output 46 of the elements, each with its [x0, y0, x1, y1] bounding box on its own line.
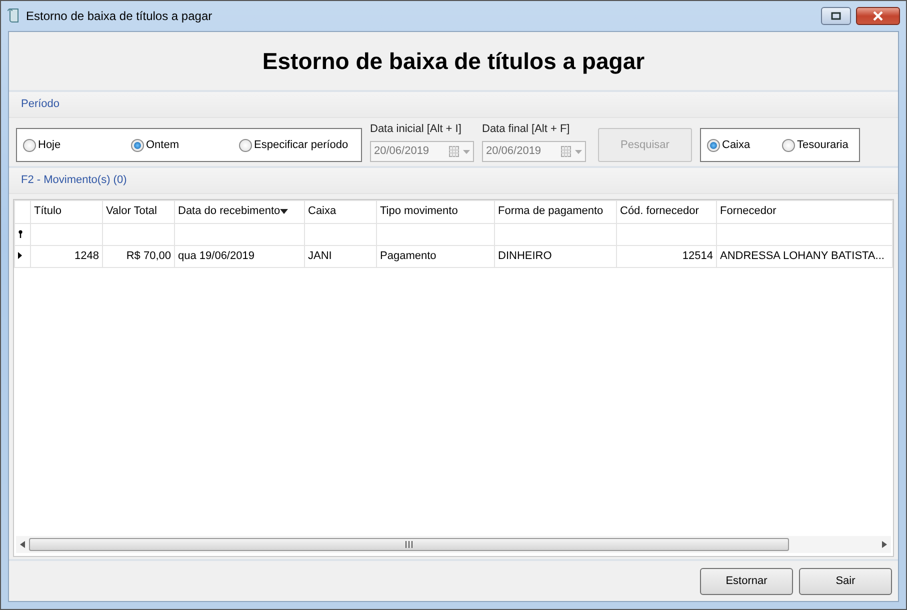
horizontal-scrollbar[interactable] — [16, 536, 891, 553]
group-caption: F2 - Movimento(s) (0) — [9, 168, 898, 194]
scroll-icon — [7, 8, 21, 24]
filter-icon[interactable] — [18, 230, 23, 238]
radio-option[interactable]: Ontem — [131, 136, 239, 154]
reverse-button[interactable]: Estornar — [700, 568, 793, 594]
radio-option[interactable]: Caixa — [707, 136, 782, 154]
field-label: Data final [Alt + F] — [482, 122, 571, 136]
filter-cell[interactable] — [716, 223, 892, 245]
column-header[interactable]: Caixa — [304, 200, 376, 223]
scroll-left-icon[interactable] — [20, 541, 25, 548]
radio-option[interactable]: Tesouraria — [782, 136, 853, 154]
exit-button[interactable]: Sair — [799, 568, 892, 594]
filter-cell[interactable] — [30, 223, 102, 245]
filter-cell[interactable] — [304, 223, 376, 245]
sort-icon[interactable] — [280, 209, 288, 214]
table-cell: qua 19/06/2019 — [174, 245, 304, 267]
filter-cell[interactable] — [102, 223, 174, 245]
restore-icon[interactable] — [831, 12, 841, 20]
close-icon[interactable] — [872, 11, 884, 21]
column-header[interactable]: Valor Total — [102, 200, 174, 223]
column-header[interactable]: Fornecedor — [716, 200, 892, 223]
close-button[interactable] — [856, 7, 900, 25]
column-header[interactable]: Cód. fornecedor — [616, 200, 716, 223]
table-cell: DINHEIRO — [494, 245, 616, 267]
group-caption: Período — [9, 92, 898, 118]
table-cell: Pagamento — [376, 245, 494, 267]
column-header[interactable]: Título — [30, 200, 102, 223]
radio-option[interactable]: Hoje — [23, 136, 131, 154]
field-label: Data inicial [Alt + I] — [370, 122, 462, 136]
filter-cell[interactable] — [616, 223, 716, 245]
table-cell: 1248 — [30, 245, 102, 267]
restore-button[interactable] — [821, 7, 851, 25]
filter-cell[interactable] — [376, 223, 494, 245]
table-cell: R$ 70,00 — [102, 245, 174, 267]
table-cell: ANDRESSA LOHANY BATISTA... — [716, 245, 892, 267]
column-header[interactable]: Tipo movimento — [376, 200, 494, 223]
window-title: Estorno de baixa de títulos a pagar — [26, 8, 214, 25]
column-header[interactable]: Forma de pagamento — [494, 200, 616, 223]
scroll-right-icon[interactable] — [882, 541, 887, 548]
table-cell: 12514 — [616, 245, 716, 267]
radio-option[interactable]: Especificar período — [239, 136, 355, 154]
scrollbar-thumb[interactable] — [29, 538, 789, 551]
filter-cell[interactable] — [494, 223, 616, 245]
filter-cell[interactable] — [174, 223, 304, 245]
table-cell: JANI — [304, 245, 376, 267]
